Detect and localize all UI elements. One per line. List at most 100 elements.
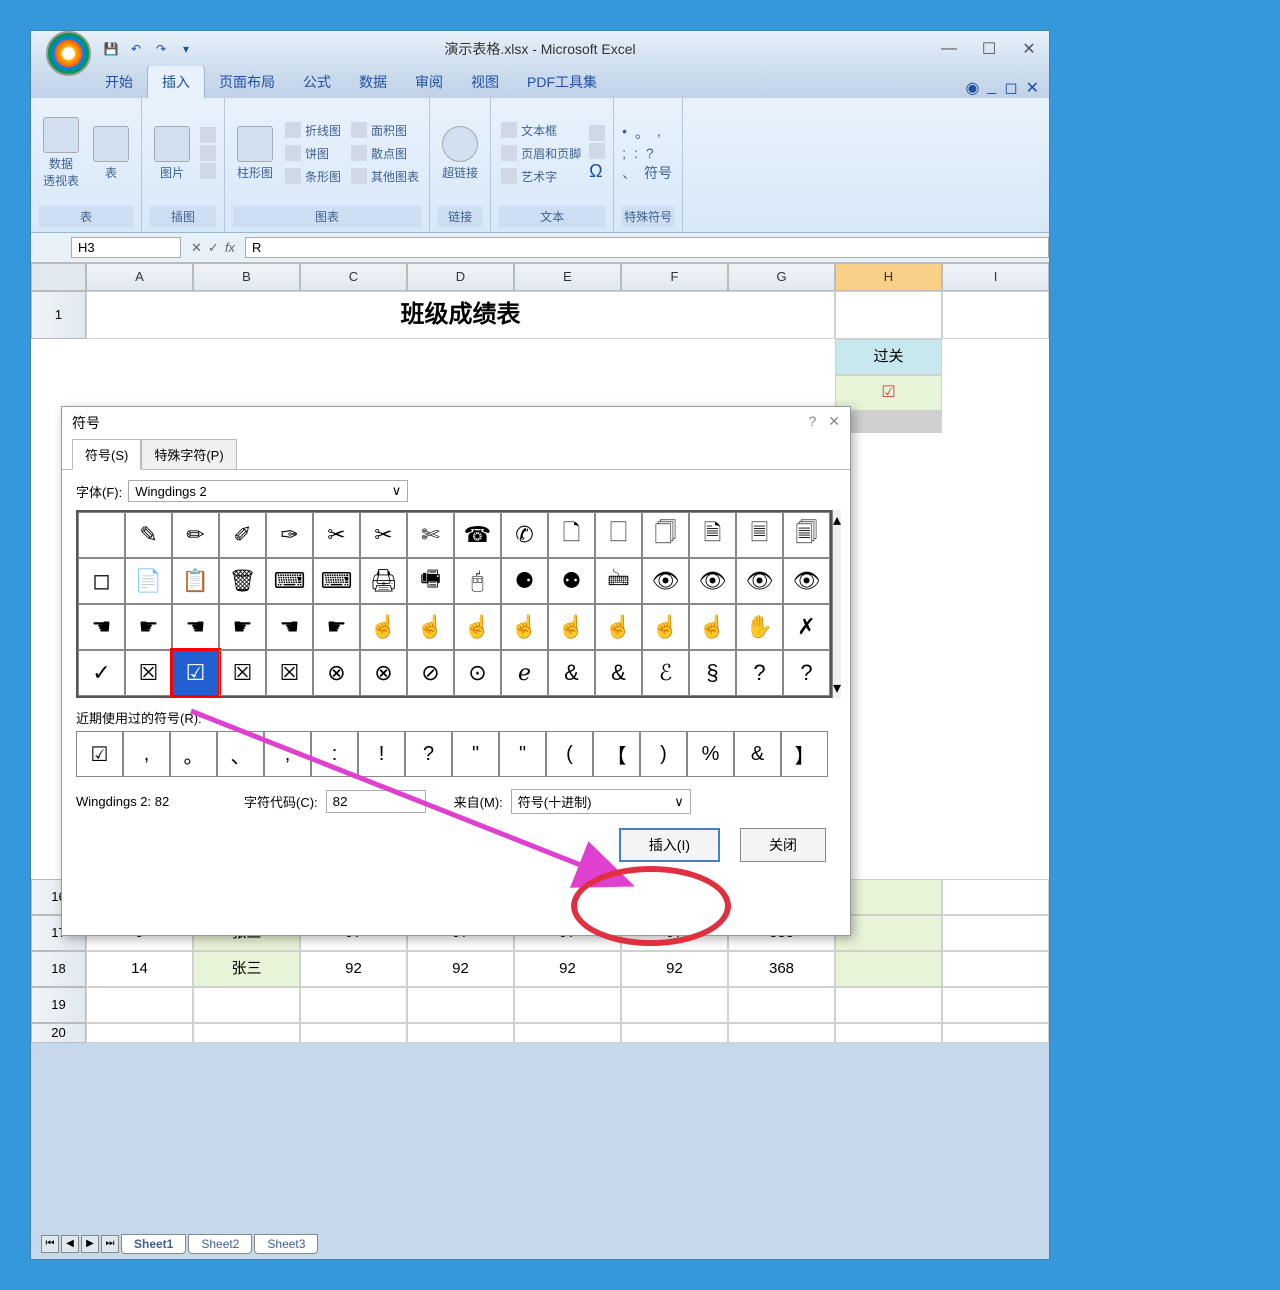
- symbol-cell[interactable]: ℯ: [501, 650, 548, 696]
- recent-symbol-cell[interactable]: !: [358, 731, 405, 777]
- recent-symbol-cell[interactable]: %: [687, 731, 734, 777]
- cancel-formula-icon[interactable]: ✕: [191, 240, 202, 256]
- symbol-cell[interactable]: 👁: [642, 558, 689, 604]
- col-header-I[interactable]: I: [942, 263, 1049, 291]
- symbol-cell[interactable]: ✗: [783, 604, 830, 650]
- tab-layout[interactable]: 页面布局: [205, 66, 289, 98]
- symbol-cell[interactable]: ⌨: [313, 558, 360, 604]
- dialog-help-icon[interactable]: ?: [808, 413, 816, 433]
- symbol-cell[interactable]: 🗐: [783, 512, 830, 558]
- symbol-cell[interactable]: ✄: [407, 512, 454, 558]
- font-dropdown[interactable]: Wingdings 2 ∨: [128, 480, 408, 502]
- symbol-cell[interactable]: ⌨: [266, 558, 313, 604]
- wordart-button[interactable]: 艺术字: [499, 166, 583, 187]
- tab-formula[interactable]: 公式: [289, 66, 345, 98]
- doc-minimize-button[interactable]: _: [987, 78, 996, 98]
- qat-dropdown-icon[interactable]: ▾: [176, 39, 196, 59]
- insert-button[interactable]: 插入(I): [619, 828, 720, 862]
- symbol-cell[interactable]: 🗑: [219, 558, 266, 604]
- tab-review[interactable]: 审阅: [401, 66, 457, 98]
- symbol-cell[interactable]: ✏: [172, 512, 219, 558]
- shapes-icon[interactable]: [200, 145, 216, 161]
- other-chart-button[interactable]: 其他图表: [349, 166, 421, 187]
- symbol-cell[interactable]: 🖨: [360, 558, 407, 604]
- header-pass[interactable]: 过关: [835, 339, 942, 375]
- symbol-cell[interactable]: 🗋: [548, 512, 595, 558]
- tab-data[interactable]: 数据: [345, 66, 401, 98]
- symbol-cell[interactable]: ☒: [219, 650, 266, 696]
- symbol-cell[interactable]: ☝: [642, 604, 689, 650]
- maximize-button[interactable]: ☐: [969, 34, 1009, 64]
- minimize-button[interactable]: —: [929, 34, 969, 64]
- row-header-20[interactable]: 20: [31, 1023, 86, 1043]
- symbol-cell[interactable]: ?: [783, 650, 830, 696]
- picture-button[interactable]: 图片: [150, 122, 194, 185]
- symbol-cell[interactable]: ✐: [219, 512, 266, 558]
- symbol-cell[interactable]: 👁: [783, 558, 830, 604]
- symbol-cell[interactable]: 🖮: [595, 558, 642, 604]
- recent-symbol-cell[interactable]: ): [640, 731, 687, 777]
- col-header-C[interactable]: C: [300, 263, 407, 291]
- symbol-cell[interactable]: [78, 512, 125, 558]
- undo-icon[interactable]: ↶: [126, 39, 146, 59]
- symbol-cell[interactable]: 📋: [172, 558, 219, 604]
- recent-symbol-cell[interactable]: ": [452, 731, 499, 777]
- recent-symbol-cell[interactable]: ☑: [76, 731, 123, 777]
- sheet-tab-3[interactable]: Sheet3: [254, 1234, 318, 1254]
- from-dropdown[interactable]: 符号(十进制) ∨: [511, 789, 691, 814]
- scatter-chart-button[interactable]: 散点图: [349, 143, 421, 164]
- symbol-cell[interactable]: ℰ: [642, 650, 689, 696]
- tab-view[interactable]: 视图: [457, 66, 513, 98]
- symbol-cell[interactable]: ⚈: [501, 558, 548, 604]
- symbol-cell[interactable]: ☝: [595, 604, 642, 650]
- sheet-nav-last[interactable]: ⏭: [101, 1235, 119, 1253]
- dialog-close-icon[interactable]: ✕: [828, 413, 840, 433]
- hyperlink-button[interactable]: 超链接: [438, 122, 482, 185]
- symbol-cell[interactable]: ✋: [736, 604, 783, 650]
- char-code-input[interactable]: [326, 790, 426, 813]
- symbol-cell[interactable]: ✑: [266, 512, 313, 558]
- clipart-icon[interactable]: [200, 127, 216, 143]
- symbol-cell[interactable]: 🗌: [595, 512, 642, 558]
- tab-insert[interactable]: 插入: [147, 65, 205, 98]
- table-button[interactable]: 表: [89, 122, 133, 185]
- recent-symbol-cell[interactable]: &: [734, 731, 781, 777]
- name-box[interactable]: H3: [71, 237, 181, 258]
- symbol-cell[interactable]: ☝: [360, 604, 407, 650]
- col-header-A[interactable]: A: [86, 263, 193, 291]
- recent-symbol-cell[interactable]: ": [499, 731, 546, 777]
- symbol-cell[interactable]: ◻: [78, 558, 125, 604]
- recent-symbol-cell[interactable]: ;: [264, 731, 311, 777]
- symbol-scrollbar[interactable]: ▴ ▾: [832, 510, 841, 698]
- doc-restore-button[interactable]: ◻: [1004, 78, 1017, 98]
- sheet-tab-1[interactable]: Sheet1: [121, 1234, 186, 1254]
- symbol-cell[interactable]: ☝: [407, 604, 454, 650]
- sheet-nav-next[interactable]: ▶: [81, 1235, 99, 1253]
- symbol-cell[interactable]: ⊗: [360, 650, 407, 696]
- symbol-cell[interactable]: 🗏: [736, 512, 783, 558]
- sheet-nav-first[interactable]: ⏮: [41, 1235, 59, 1253]
- symbol-cell[interactable]: 📄: [125, 558, 172, 604]
- symbol-cell[interactable]: 🗎: [689, 512, 736, 558]
- recent-symbol-cell[interactable]: ,: [123, 731, 170, 777]
- symbol-cell[interactable]: ⊙: [454, 650, 501, 696]
- symbol-cell[interactable]: 👁: [689, 558, 736, 604]
- symbol-cell[interactable]: ✓: [78, 650, 125, 696]
- office-button[interactable]: [46, 31, 91, 76]
- row-header-1[interactable]: 1: [31, 291, 86, 339]
- symbol-cell[interactable]: ?: [736, 650, 783, 696]
- dialog-tab-special[interactable]: 特殊字符(P): [141, 439, 236, 470]
- symbol-cell[interactable]: ⊗: [313, 650, 360, 696]
- symbol-cell[interactable]: ✂: [313, 512, 360, 558]
- line-chart-button[interactable]: 折线图: [283, 120, 343, 141]
- col-header-B[interactable]: B: [193, 263, 300, 291]
- symbol-cell[interactable]: 👁: [736, 558, 783, 604]
- doc-close-button[interactable]: ✕: [1026, 78, 1039, 98]
- close-button[interactable]: 关闭: [740, 828, 826, 862]
- symbol-cell[interactable]: ☝: [548, 604, 595, 650]
- header-footer-button[interactable]: 页眉和页脚: [499, 143, 583, 164]
- symbol-cell[interactable]: ☛: [313, 604, 360, 650]
- recent-symbol-cell[interactable]: ?: [405, 731, 452, 777]
- sheet-tab-2[interactable]: Sheet2: [188, 1234, 252, 1254]
- symbol-cell[interactable]: ☝: [454, 604, 501, 650]
